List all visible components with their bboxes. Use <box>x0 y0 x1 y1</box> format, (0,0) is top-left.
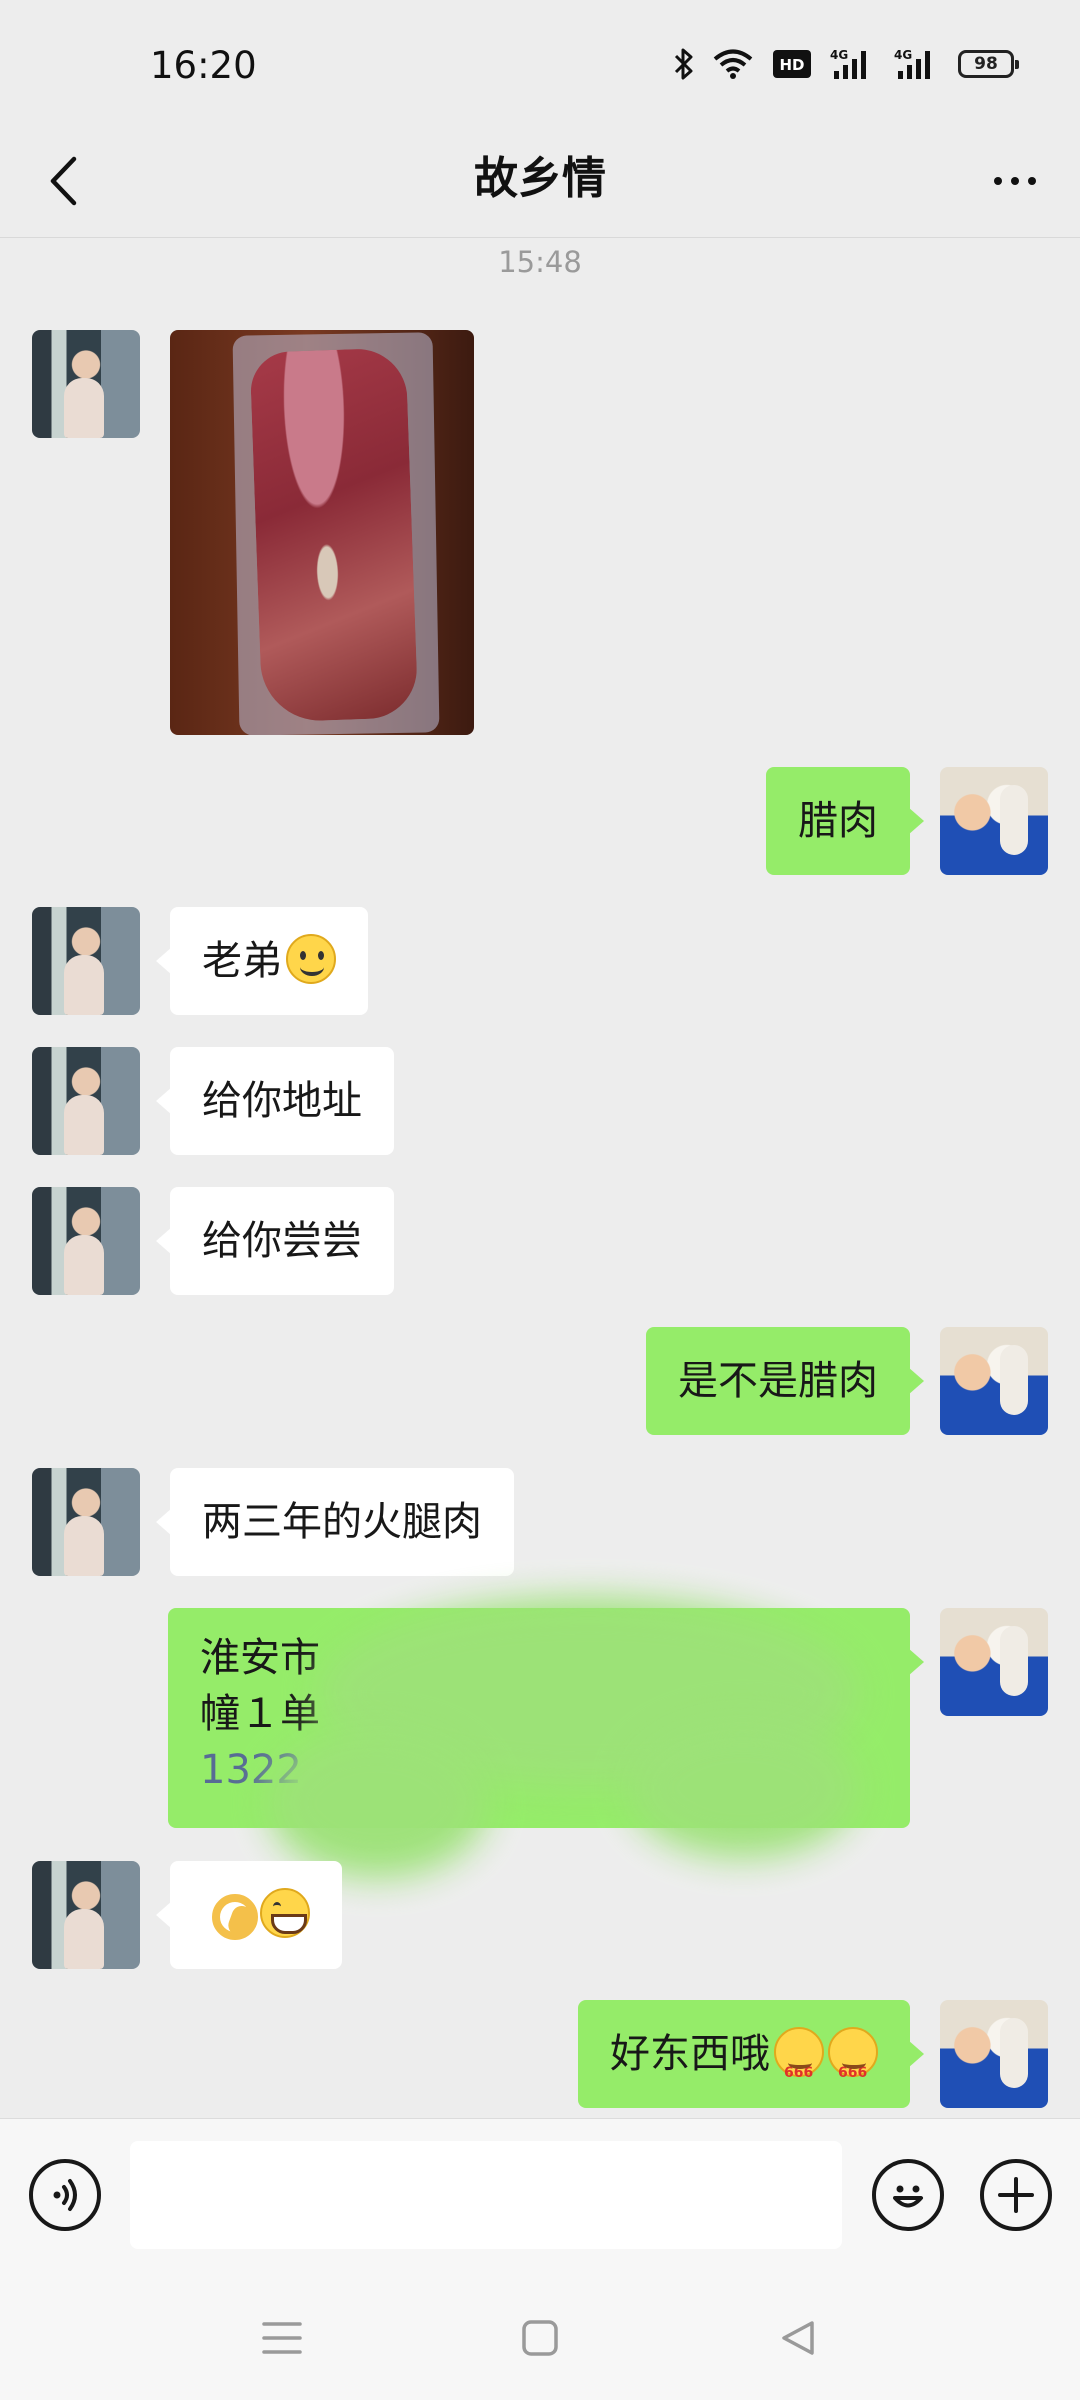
friend-avatar[interactable] <box>32 1861 140 1969</box>
hd-icon: HD <box>772 49 812 79</box>
friend-avatar[interactable] <box>32 1047 140 1155</box>
smile-emoji-icon <box>286 934 336 984</box>
message-bubble-in[interactable] <box>156 1861 342 1969</box>
666-emoji-icon <box>774 2019 824 2127</box>
signal-4g-icon: 4G <box>894 47 940 81</box>
plus-icon <box>998 2177 1034 2213</box>
svg-text:4G: 4G <box>894 48 912 62</box>
status-icons: HD 4G 4G 98 <box>674 44 1019 84</box>
ok-hand-emoji-icon <box>206 1888 258 1940</box>
message-text: 老弟 <box>202 938 282 984</box>
battery-icon: 98 <box>958 50 1019 78</box>
wifi-icon <box>712 48 754 80</box>
signal-4g-icon: 4G <box>830 47 876 81</box>
message-bubble-out[interactable]: 是不是腊肉 <box>646 1327 924 1435</box>
grin-emoji-icon <box>260 1888 310 1938</box>
chat-screen: 16:20 HD 4G 4G 98 故乡情 15:48 腊肉 老弟 给你地址 给… <box>0 0 1080 2400</box>
home-icon <box>522 2320 558 2356</box>
message-bubble-in[interactable]: 给你地址 <box>156 1047 394 1155</box>
address-message[interactable]: 淮安市 幢１单 1322 <box>168 1598 924 1878</box>
message-text: 腊肉 <box>798 798 878 844</box>
status-bar: 16:20 HD 4G 4G 98 <box>0 0 1080 124</box>
home-button[interactable] <box>510 2308 570 2368</box>
message-text: 两三年的火腿肉 <box>202 1499 482 1545</box>
menu-button[interactable] <box>252 2308 312 2368</box>
emoji-icon <box>893 2185 923 2208</box>
message-bubble-in[interactable]: 给你尝尝 <box>156 1187 394 1295</box>
message-bubble-in[interactable]: 老弟 <box>156 907 368 1015</box>
friend-avatar[interactable] <box>32 330 140 438</box>
message-text: 是不是腊肉 <box>678 1358 878 1404</box>
voice-button[interactable] <box>29 2159 101 2231</box>
chat-timestamp: 15:48 <box>498 245 582 279</box>
image-message[interactable] <box>170 330 474 735</box>
my-avatar[interactable] <box>940 2000 1048 2108</box>
bluetooth-icon <box>674 47 694 81</box>
more-button[interactable] <box>980 146 1050 216</box>
system-navigation <box>0 2272 1080 2400</box>
666-emoji-icon <box>828 2019 878 2127</box>
my-avatar[interactable] <box>940 1327 1048 1435</box>
message-bubble-out[interactable]: 好东西哦 <box>578 2000 924 2127</box>
friend-avatar[interactable] <box>32 1468 140 1576</box>
friend-avatar[interactable] <box>32 1187 140 1295</box>
svg-text:4G: 4G <box>830 48 848 62</box>
message-text: 给你地址 <box>202 1078 362 1124</box>
message-bubble-in[interactable]: 两三年的火腿肉 <box>156 1468 514 1576</box>
message-bubble-out[interactable]: 腊肉 <box>766 767 924 875</box>
voice-icon <box>53 2179 77 2211</box>
svg-text:HD: HD <box>779 56 804 74</box>
plus-button[interactable] <box>980 2159 1052 2231</box>
status-time: 16:20 <box>150 44 257 87</box>
chat-header: 故乡情 <box>0 124 1080 238</box>
emoji-button[interactable] <box>872 2159 944 2231</box>
chat-title: 故乡情 <box>474 153 606 204</box>
back-triangle-icon <box>782 2321 814 2355</box>
input-bar <box>0 2118 1080 2272</box>
message-text: 给你尝尝 <box>202 1218 362 1264</box>
message-input[interactable] <box>130 2141 842 2249</box>
back-nav-button[interactable] <box>768 2308 828 2368</box>
more-dots-icon <box>994 177 1002 185</box>
message-text: 好东西哦 <box>610 2031 770 2077</box>
my-avatar[interactable] <box>940 767 1048 875</box>
friend-avatar[interactable] <box>32 907 140 1015</box>
my-avatar[interactable] <box>940 1608 1048 1716</box>
menu-icon <box>262 2322 302 2354</box>
